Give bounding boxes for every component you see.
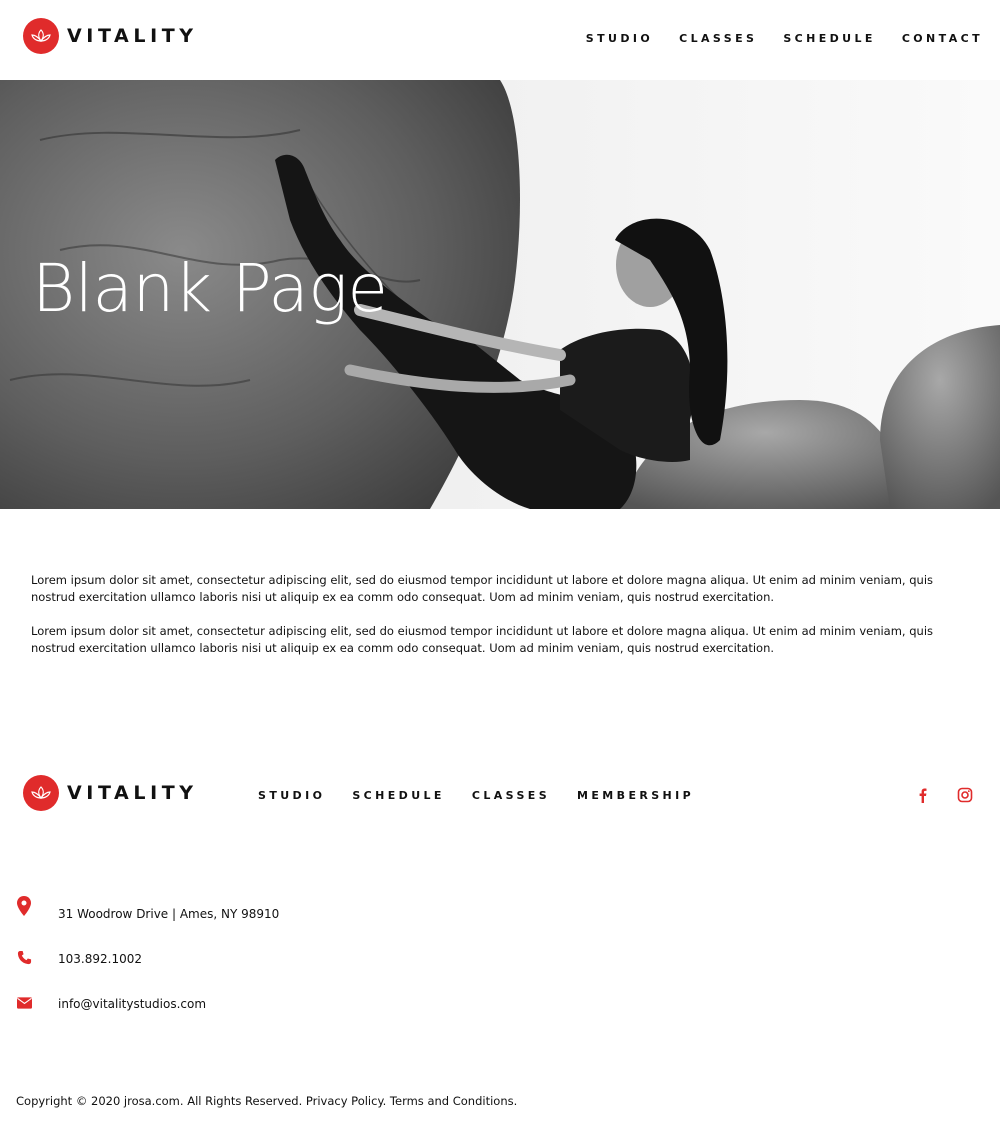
nav-schedule[interactable]: SCHEDULE: [783, 32, 876, 45]
phone-row: 103.892.1002: [16, 948, 142, 966]
footer-nav-membership[interactable]: MEMBERSHIP: [577, 789, 694, 802]
envelope-icon: [16, 994, 32, 1012]
paragraph: Lorem ipsum dolor sit amet, consectetur …: [31, 624, 934, 655]
lotus-icon: [23, 18, 59, 54]
address-row: 31 Woodrow Drive | Ames, NY 98910: [16, 896, 279, 921]
map-pin-icon: [16, 896, 32, 916]
hero-banner: Blank Page: [0, 80, 1000, 509]
site-header: VITALITY STUDIO CLASSES SCHEDULE CONTACT: [0, 0, 1000, 80]
footer-nav: STUDIO SCHEDULE CLASSES MEMBERSHIP: [258, 789, 721, 802]
phone-text[interactable]: 103.892.1002: [58, 952, 142, 966]
brand-name: VITALITY: [67, 782, 198, 804]
page-content: Lorem ipsum dolor sit amet, consectetur …: [31, 572, 961, 674]
main-nav: STUDIO CLASSES SCHEDULE CONTACT: [560, 32, 983, 45]
page-title: Blank Page: [32, 250, 388, 327]
footer-logo[interactable]: VITALITY: [23, 775, 198, 811]
footer-nav-classes[interactable]: CLASSES: [472, 789, 550, 802]
site-logo[interactable]: VITALITY: [23, 18, 198, 54]
instagram-icon[interactable]: [957, 787, 973, 803]
lotus-icon: [23, 775, 59, 811]
nav-classes[interactable]: CLASSES: [679, 32, 757, 45]
nav-contact[interactable]: CONTACT: [902, 32, 983, 45]
address-text: 31 Woodrow Drive | Ames, NY 98910: [58, 907, 280, 921]
paragraph: Lorem ipsum dolor sit amet, consectetur …: [31, 573, 934, 604]
email-text[interactable]: info@vitalitystudios.com: [58, 997, 206, 1011]
email-row: info@vitalitystudios.com: [16, 994, 206, 1012]
facebook-icon[interactable]: [915, 787, 931, 803]
phone-icon: [16, 948, 32, 966]
copyright-text: Copyright © 2020 jrosa.com. All Rights R…: [16, 1094, 518, 1108]
nav-studio[interactable]: STUDIO: [586, 32, 653, 45]
footer-nav-schedule[interactable]: SCHEDULE: [352, 789, 445, 802]
brand-name: VITALITY: [67, 25, 198, 47]
footer-nav-studio[interactable]: STUDIO: [258, 789, 325, 802]
